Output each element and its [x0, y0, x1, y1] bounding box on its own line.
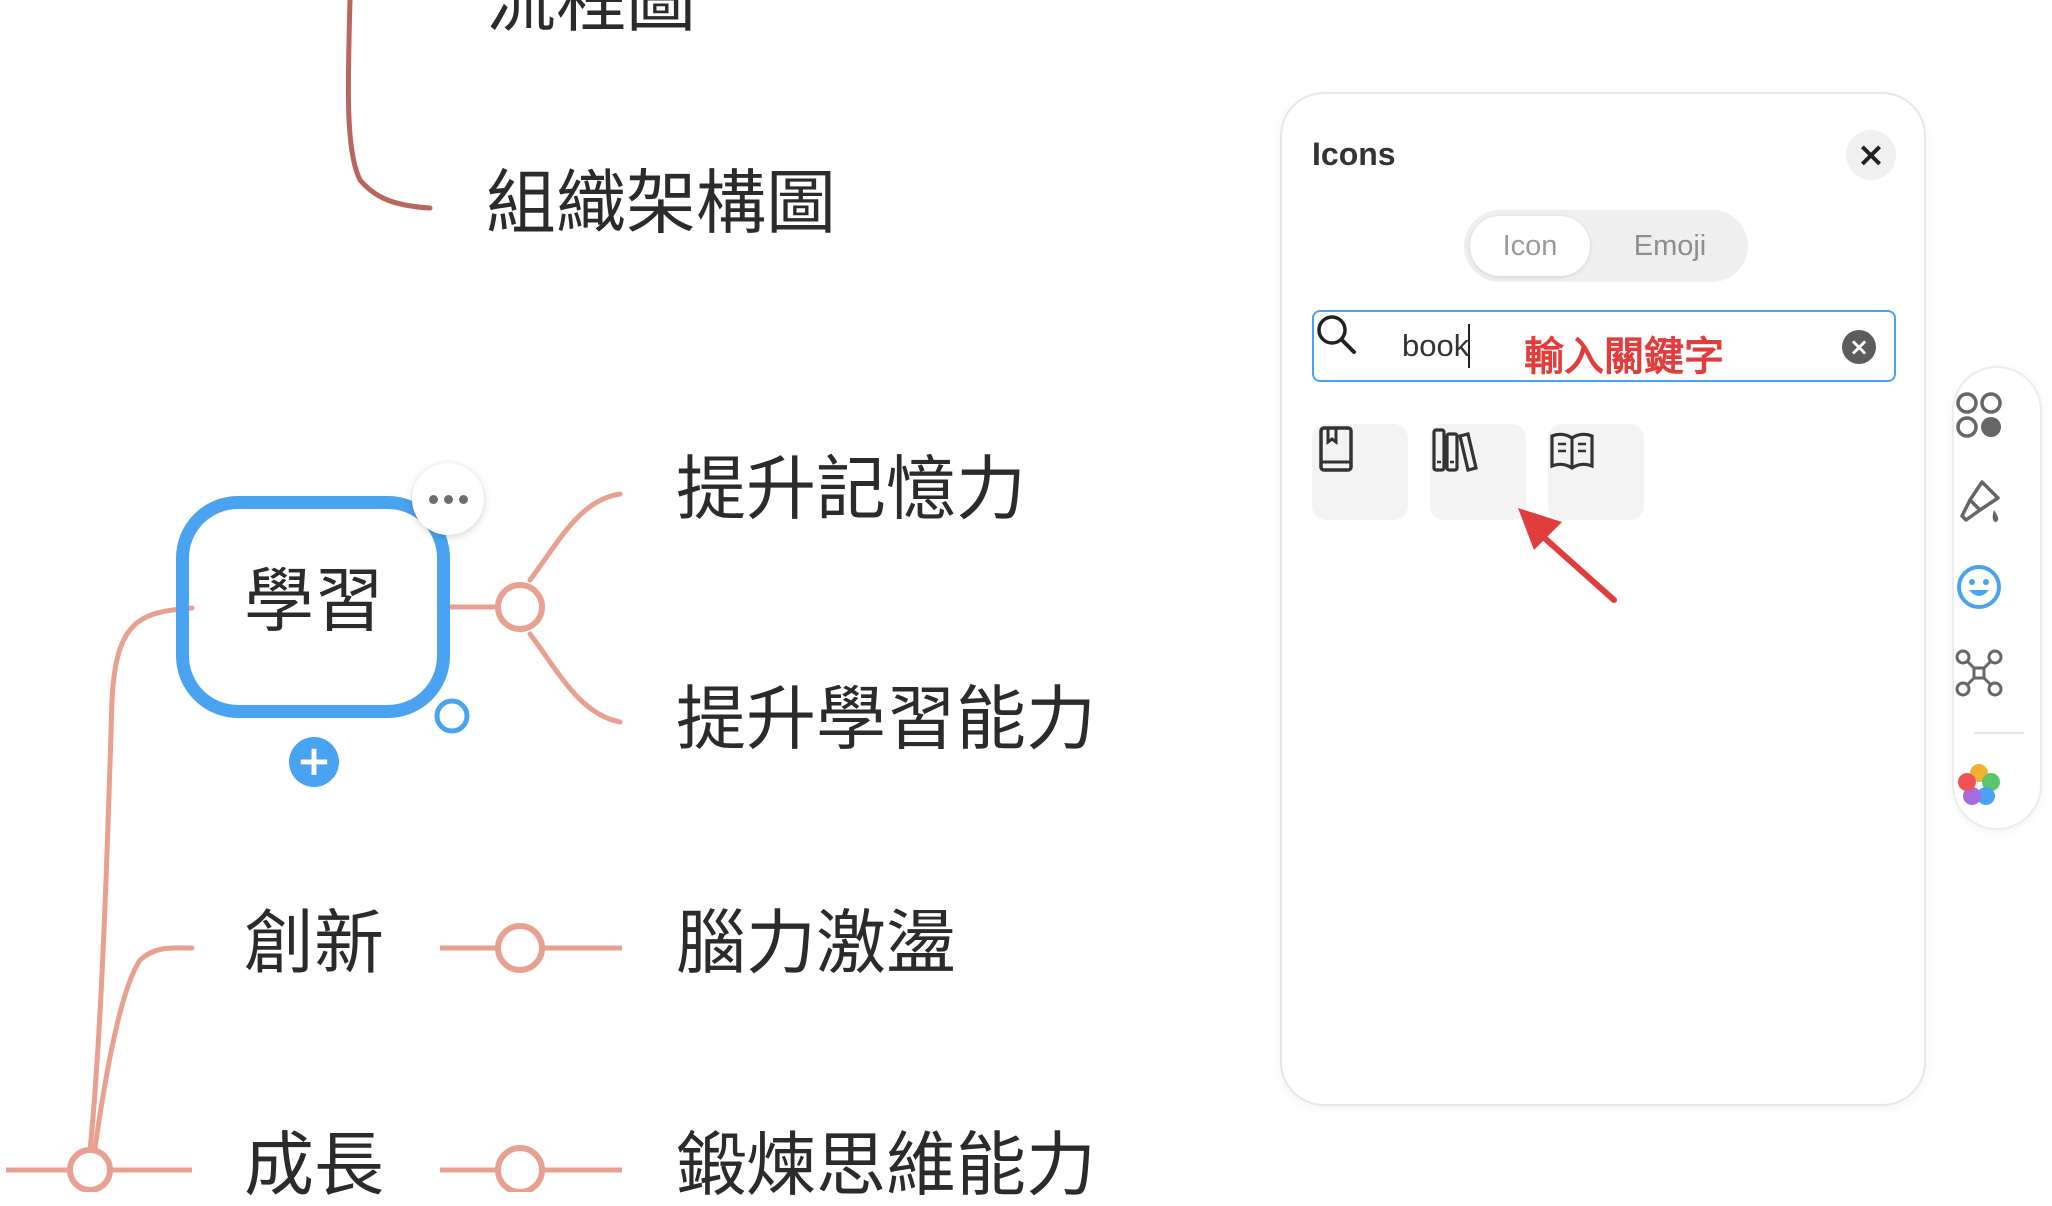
node-brainstorm[interactable]: 腦力激盪 — [676, 908, 956, 978]
node-innovation[interactable]: 創新 — [244, 908, 384, 978]
node-org-chart[interactable]: 組織架構圖 — [486, 168, 836, 238]
search-value: book — [1402, 328, 1470, 363]
search-icon — [1317, 315, 1356, 354]
style-brush-icon[interactable] — [1954, 476, 2004, 526]
icon-emoji-switch: Icon Emoji — [1464, 210, 1748, 282]
books-icon — [1432, 428, 1478, 472]
node-top-partial[interactable]: 流程圖 — [486, 0, 696, 36]
toolbar-divider — [1974, 732, 2024, 734]
clear-search-button[interactable]: × — [1842, 330, 1876, 364]
search-keyword-hint: 輸入關鍵字 — [1524, 334, 1724, 380]
elements-icon[interactable] — [1954, 390, 2004, 440]
resize-handle[interactable] — [432, 696, 472, 736]
close-button[interactable]: × — [1846, 130, 1896, 180]
tab-emoji[interactable]: Emoji — [1600, 216, 1740, 276]
structure-icon[interactable] — [1954, 648, 2004, 698]
icons-panel: Icons × Icon Emoji book 輸入關鍵字 × — [1280, 92, 1926, 1106]
node-learning[interactable]: 學習 — [244, 566, 384, 636]
mindmap-canvas[interactable]: 流程圖 組織架構圖 學習 + 提升記憶力 提升學習能力 創新 腦力激盪 成長 鍛… — [0, 0, 2052, 1200]
node-learning-ability[interactable]: 提升學習能力 — [676, 684, 1096, 754]
icon-emoji-icon[interactable] — [1954, 562, 2004, 612]
result-book-icon[interactable] — [1312, 424, 1408, 520]
node-memory[interactable]: 提升記憶力 — [676, 454, 1026, 524]
open-book-icon — [1550, 432, 1594, 470]
node-growth[interactable]: 成長 — [244, 1130, 384, 1200]
book-icon — [1319, 426, 1353, 472]
tab-icon[interactable]: Icon — [1470, 216, 1590, 276]
add-child-button[interactable]: + — [289, 737, 339, 787]
search-input[interactable]: book 輸入關鍵字 × — [1312, 310, 1896, 382]
panel-title: Icons — [1312, 136, 1396, 172]
text-caret — [1468, 324, 1470, 368]
node-thinking[interactable]: 鍛煉思維能力 — [676, 1130, 1096, 1200]
node-more-button[interactable] — [412, 463, 484, 535]
right-toolbar — [1952, 366, 2042, 830]
theme-color-icon[interactable] — [1954, 760, 2004, 810]
red-arrow-annotation — [1518, 508, 1617, 603]
